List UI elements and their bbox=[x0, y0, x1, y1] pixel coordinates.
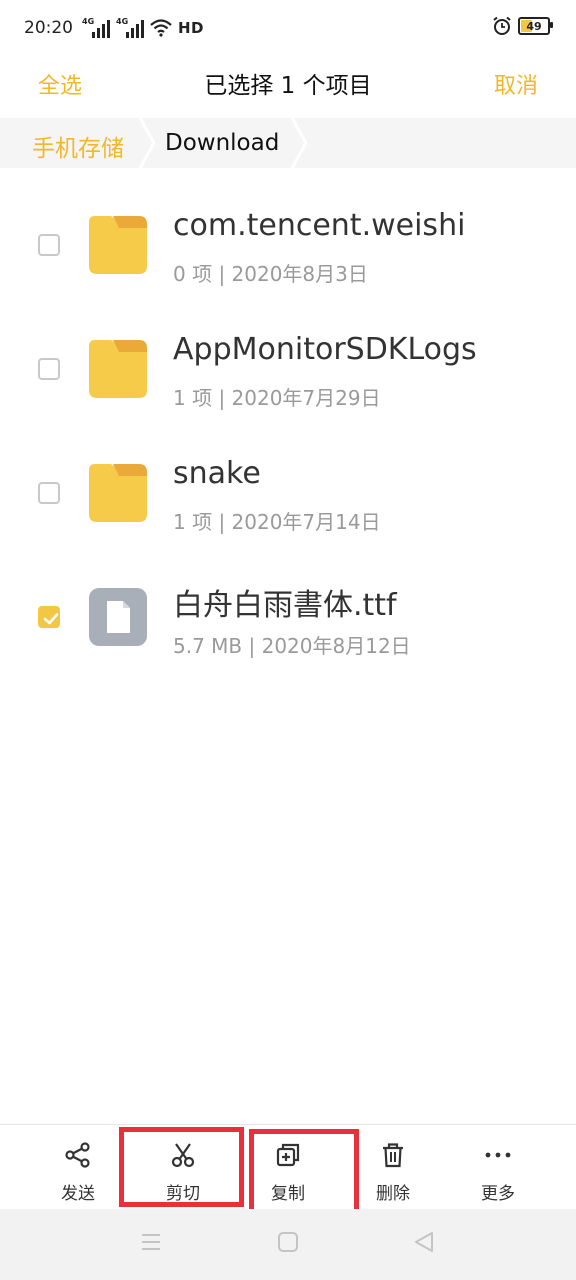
folder-icon bbox=[89, 216, 147, 274]
page-title: 已选择 1 个项目 bbox=[204, 73, 372, 99]
cancel-button[interactable]: 取消 bbox=[494, 68, 538, 100]
battery-icon: 49 bbox=[518, 17, 553, 35]
highlight-box-cut bbox=[119, 1127, 244, 1207]
file-name: 白舟白雨書体.ttf bbox=[173, 588, 397, 623]
network-type-label: 4G bbox=[116, 17, 129, 26]
list-item[interactable]: AppMonitorSDKLogs 1 项 | 2020年7月29日 bbox=[0, 308, 576, 432]
list-item[interactable]: snake 1 项 | 2020年7月14日 bbox=[0, 432, 576, 556]
system-nav-bar bbox=[0, 1209, 576, 1280]
file-meta: 5.7 MB | 2020年8月12日 bbox=[173, 634, 411, 658]
status-time: 20:20 bbox=[24, 18, 73, 38]
share-icon bbox=[65, 1142, 90, 1168]
checkbox[interactable] bbox=[38, 234, 60, 256]
network-type-label: 4G bbox=[82, 17, 95, 26]
list-item[interactable]: 白舟白雨書体.ttf 5.7 MB | 2020年8月12日 bbox=[0, 556, 576, 680]
file-meta: 1 项 | 2020年7月14日 bbox=[173, 510, 381, 534]
file-name: snake bbox=[173, 456, 261, 491]
home-icon[interactable] bbox=[277, 1231, 299, 1253]
battery-level: 49 bbox=[526, 19, 542, 33]
action-bar: 全选 已选择 1 个项目 取消 bbox=[0, 58, 576, 118]
status-bar: 20:20 4G 4G HD 49 bbox=[0, 0, 576, 58]
chevron-right-icon bbox=[138, 118, 156, 168]
checkmark-icon bbox=[43, 613, 59, 625]
folder-icon bbox=[89, 340, 147, 398]
breadcrumb: 手机存储 Download bbox=[0, 118, 576, 168]
file-name: com.tencent.weishi bbox=[173, 208, 466, 243]
checkbox[interactable] bbox=[38, 482, 60, 504]
file-meta: 0 项 | 2020年8月3日 bbox=[173, 262, 368, 286]
list-item[interactable]: com.tencent.weishi 0 项 | 2020年8月3日 bbox=[0, 184, 576, 308]
signal-icon: 4G bbox=[116, 17, 144, 38]
status-right: 49 bbox=[492, 16, 553, 36]
file-meta: 1 项 | 2020年7月29日 bbox=[173, 386, 381, 410]
menu-icon[interactable] bbox=[140, 1231, 162, 1253]
file-name: AppMonitorSDKLogs bbox=[173, 332, 477, 367]
more-label: 更多 bbox=[481, 1184, 515, 1204]
more-button[interactable]: 更多 bbox=[448, 1125, 548, 1210]
alarm-icon bbox=[493, 16, 511, 35]
highlight-box-copy bbox=[249, 1129, 359, 1219]
breadcrumb-root[interactable]: 手机存储 bbox=[32, 129, 124, 163]
more-icon bbox=[485, 1152, 511, 1158]
trash-icon bbox=[383, 1143, 403, 1168]
document-icon bbox=[89, 588, 147, 646]
checkbox[interactable] bbox=[38, 358, 60, 380]
signal-icon: 4G bbox=[82, 17, 110, 38]
chevron-right-icon bbox=[290, 118, 308, 168]
hd-label: HD bbox=[178, 19, 205, 37]
wifi-icon bbox=[150, 19, 172, 37]
back-icon[interactable] bbox=[413, 1231, 435, 1253]
status-icons: 4G 4G HD bbox=[82, 16, 204, 40]
checkbox-checked[interactable] bbox=[38, 606, 60, 628]
send-label: 发送 bbox=[61, 1184, 95, 1204]
breadcrumb-current[interactable]: Download bbox=[165, 130, 279, 156]
folder-icon bbox=[89, 464, 147, 522]
send-button[interactable]: 发送 bbox=[28, 1125, 128, 1210]
